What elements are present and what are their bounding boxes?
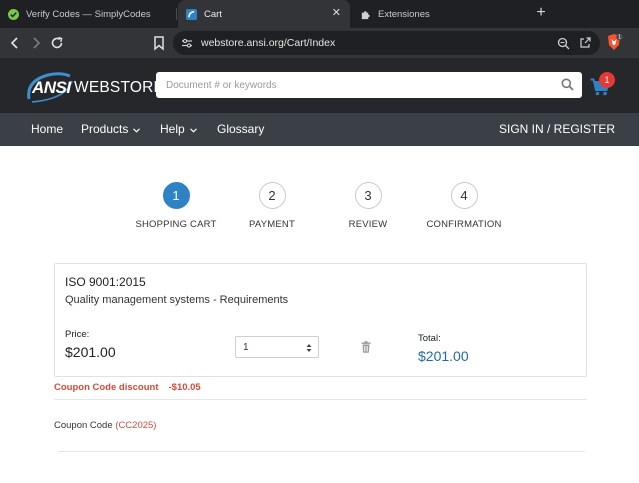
select-arrows-icon — [306, 344, 312, 352]
url-text: webstore.ansi.org/Cart/Index — [201, 37, 336, 49]
total-value: $201.00 — [418, 348, 469, 364]
chevron-down-icon — [133, 127, 141, 133]
logo-ansi-text: ANSI — [32, 78, 71, 97]
nav-home-label: Home — [31, 122, 64, 136]
nav-glossary-label: Glossary — [217, 122, 265, 136]
step-number: 2 — [258, 182, 286, 209]
step-label: CONFIRMATION — [426, 219, 502, 230]
nav-products-label: Products — [81, 122, 129, 136]
share-icon[interactable] — [579, 36, 592, 49]
step-number: 1 — [162, 182, 190, 209]
sign-in-label: SIGN IN / REGISTER — [499, 122, 616, 136]
item-title: Quality management systems - Requirement… — [65, 294, 289, 306]
close-tab-icon[interactable]: ✕ — [332, 8, 341, 19]
nav-help[interactable]: Help — [160, 122, 197, 136]
coupon-code-line: Coupon Code (CC2025) — [54, 420, 156, 431]
site-search-input[interactable]: Document # or keywords — [156, 72, 582, 98]
new-tab-button[interactable]: + — [533, 5, 549, 21]
tab-title: Extensiones — [378, 8, 430, 20]
nav-products[interactable]: Products — [81, 122, 141, 136]
brave-badge-count: 1 — [618, 35, 621, 41]
total-label: Total: — [418, 333, 441, 344]
quantity-value: 1 — [243, 342, 249, 353]
ansi-webstore-logo[interactable]: ANSI WEBSTORE — [26, 69, 164, 103]
coupon-discount-line: Coupon Code discount -$10.05 — [54, 382, 201, 393]
divider — [58, 451, 585, 452]
puzzle-icon — [361, 10, 370, 19]
main-navigation: Home Products Help Glossary SIGN IN / RE… — [0, 113, 639, 146]
tab-title: Cart — [204, 8, 222, 20]
cart-item-card: ISO 9001:2015 Quality management systems… — [54, 263, 587, 377]
chevron-down-icon — [189, 127, 197, 133]
back-arrow-icon[interactable] — [6, 34, 24, 52]
price-value: $201.00 — [65, 344, 116, 360]
trash-icon[interactable] — [361, 341, 371, 353]
coupon-discount-label: Coupon Code discount — [54, 382, 159, 393]
coupon-code-value[interactable]: (CC2025) — [115, 420, 156, 431]
search-icon[interactable] — [561, 78, 574, 91]
bookmark-icon[interactable] — [150, 34, 168, 52]
coupon-discount-amount: -$10.05 — [168, 382, 201, 393]
cart-count-badge: 1 — [599, 72, 615, 88]
forward-arrow-icon[interactable] — [27, 34, 45, 52]
reload-icon[interactable] — [48, 34, 66, 52]
address-bar[interactable]: webstore.ansi.org/Cart/Index — [173, 31, 600, 55]
simplycodes-check-icon — [8, 8, 19, 20]
tab-title: Verify Codes — SimplyCodes — [26, 8, 151, 20]
search-placeholder: Document # or keywords — [166, 80, 277, 91]
logo-webstore-text: WEBSTORE — [74, 79, 165, 96]
step-number: 4 — [450, 182, 478, 209]
sign-in-register-link[interactable]: SIGN IN / REGISTER — [499, 122, 615, 136]
tab-separator — [176, 8, 177, 20]
divider — [54, 399, 587, 400]
browser-tab-strip: Verify Codes — SimplyCodes Cart ✕ Extens… — [0, 0, 639, 28]
step-confirmation: 4 CONFIRMATION — [404, 182, 524, 230]
site-settings-icon[interactable] — [181, 37, 193, 49]
zoom-icon[interactable] — [557, 37, 570, 50]
tab-extensions[interactable]: Extensiones — [360, 0, 530, 28]
tab-simplycodes[interactable]: Verify Codes — SimplyCodes — [8, 0, 176, 28]
ansi-favicon-icon — [186, 8, 197, 20]
quantity-select[interactable]: 1 — [235, 336, 319, 358]
nav-help-label: Help — [160, 122, 185, 136]
nav-home[interactable]: Home — [31, 122, 63, 136]
browser-toolbar: webstore.ansi.org/Cart/Index 1 — [0, 28, 639, 58]
tab-cart[interactable]: Cart ✕ — [178, 0, 350, 28]
step-number: 3 — [354, 182, 382, 209]
item-document-code[interactable]: ISO 9001:2015 — [65, 275, 146, 289]
price-label: Price: — [65, 329, 90, 340]
brave-shields-icon[interactable]: 1 — [605, 33, 623, 52]
nav-glossary[interactable]: Glossary — [217, 122, 264, 136]
coupon-code-label: Coupon Code — [54, 420, 113, 431]
